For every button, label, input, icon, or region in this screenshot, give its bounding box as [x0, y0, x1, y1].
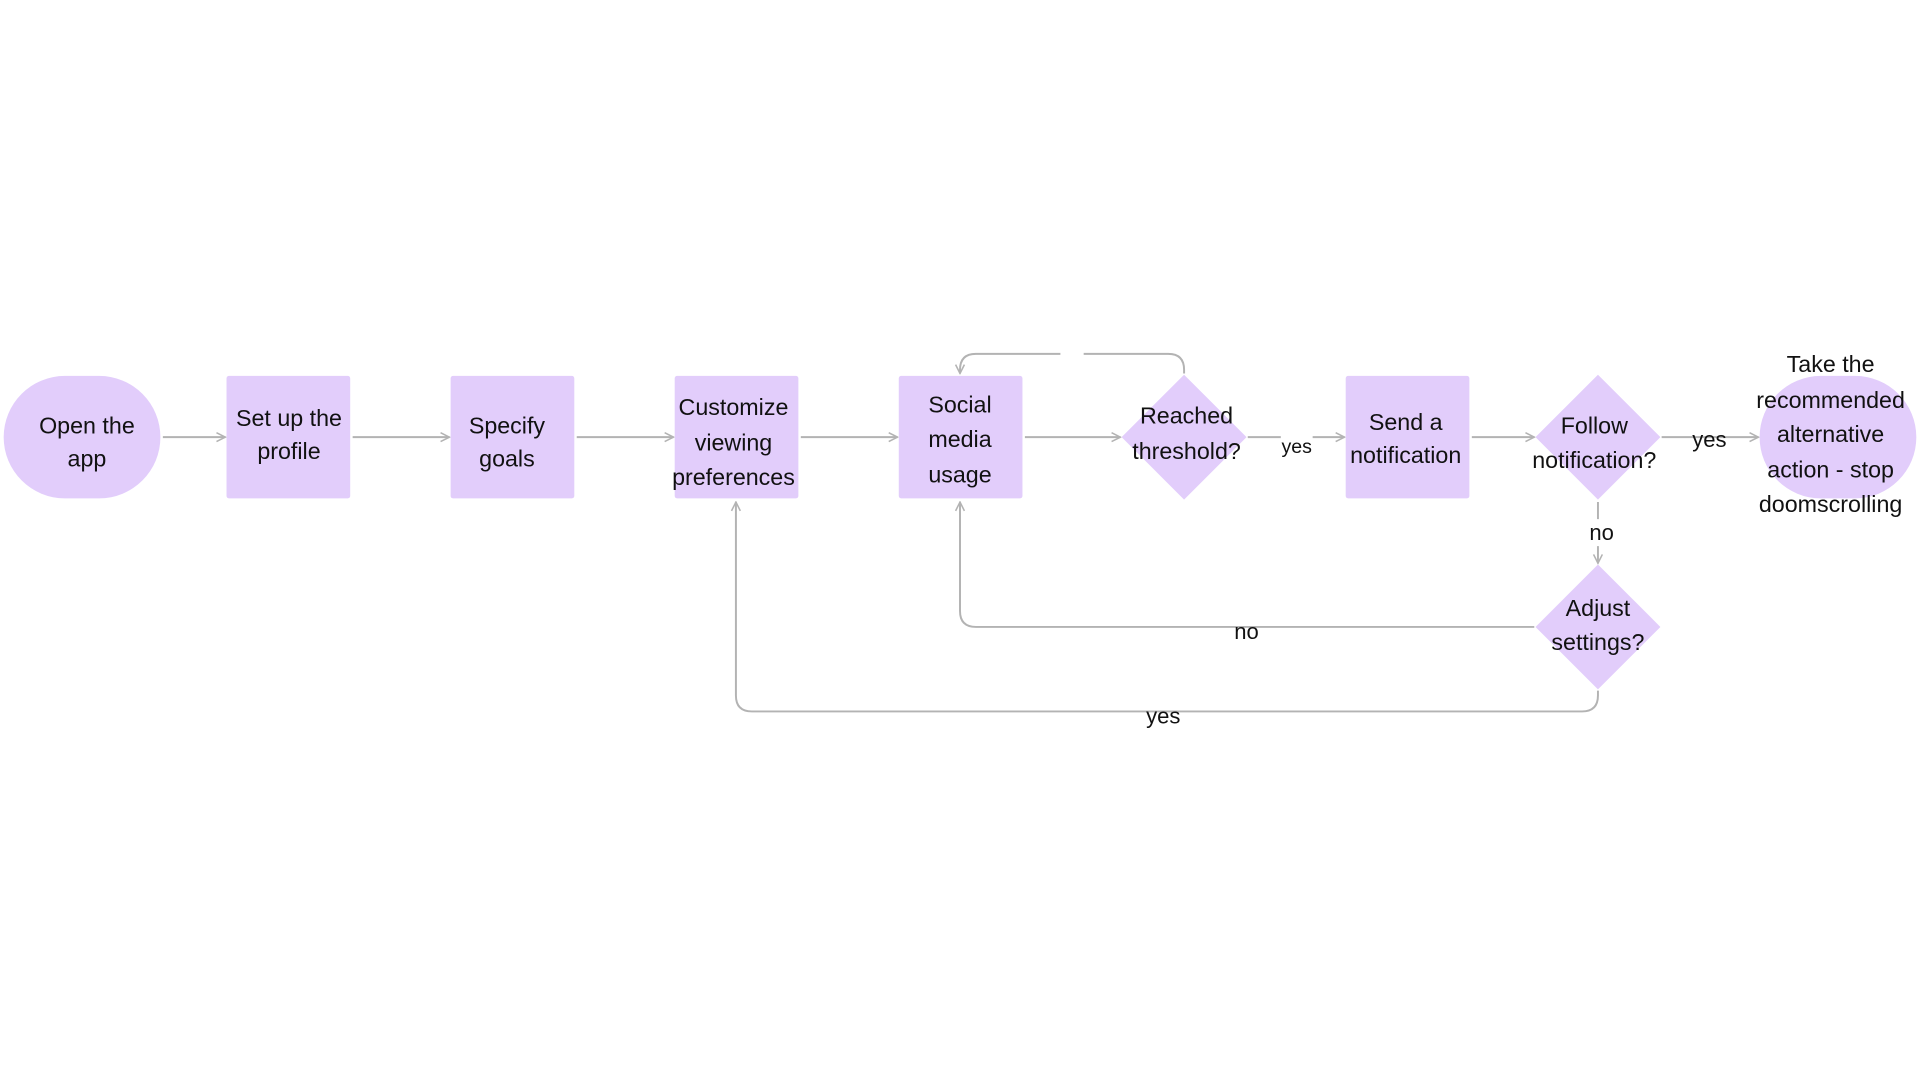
- node-follow-notification: Follow notification?: [1532, 374, 1661, 500]
- node-customize: Customize viewing preferences: [672, 375, 799, 499]
- edge-label-adjust-yes: yes: [1146, 704, 1180, 729]
- svg-text:Take therecommendedalternative: Take the recommended alternative action - s…: [1756, 351, 1905, 517]
- edge-threshold-loop: [960, 352, 1186, 374]
- edge-label-adjust-no: no: [1234, 619, 1259, 644]
- node-open-app: Open the app: [3, 375, 161, 499]
- edge-label-threshold-yes: yes: [1282, 436, 1313, 458]
- edge-adjust-yes: [736, 502, 1599, 713]
- svg-text:Socialmediausage: Social media usage: [928, 392, 991, 488]
- node-setup-profile: Set up the profile: [226, 375, 351, 499]
- edge-label-follow-no: no: [1589, 520, 1614, 545]
- flowchart: Open the app Set up the profile Specify goa…: [3, 351, 1917, 729]
- edge-adjust-no: [960, 502, 1535, 628]
- node-specify-goals: Specify goals: [450, 375, 575, 499]
- node-send-notification: Send a notification: [1345, 375, 1470, 499]
- edge-label-follow-yes: yes: [1692, 427, 1726, 452]
- node-reached-threshold: Reached threshold?: [1121, 374, 1247, 500]
- node-social-media: Social media usage: [898, 375, 1023, 499]
- node-adjust-settings: Adjust settings?: [1535, 564, 1661, 690]
- node-take-action: Take the recommended alternative action - s…: [1756, 351, 1917, 517]
